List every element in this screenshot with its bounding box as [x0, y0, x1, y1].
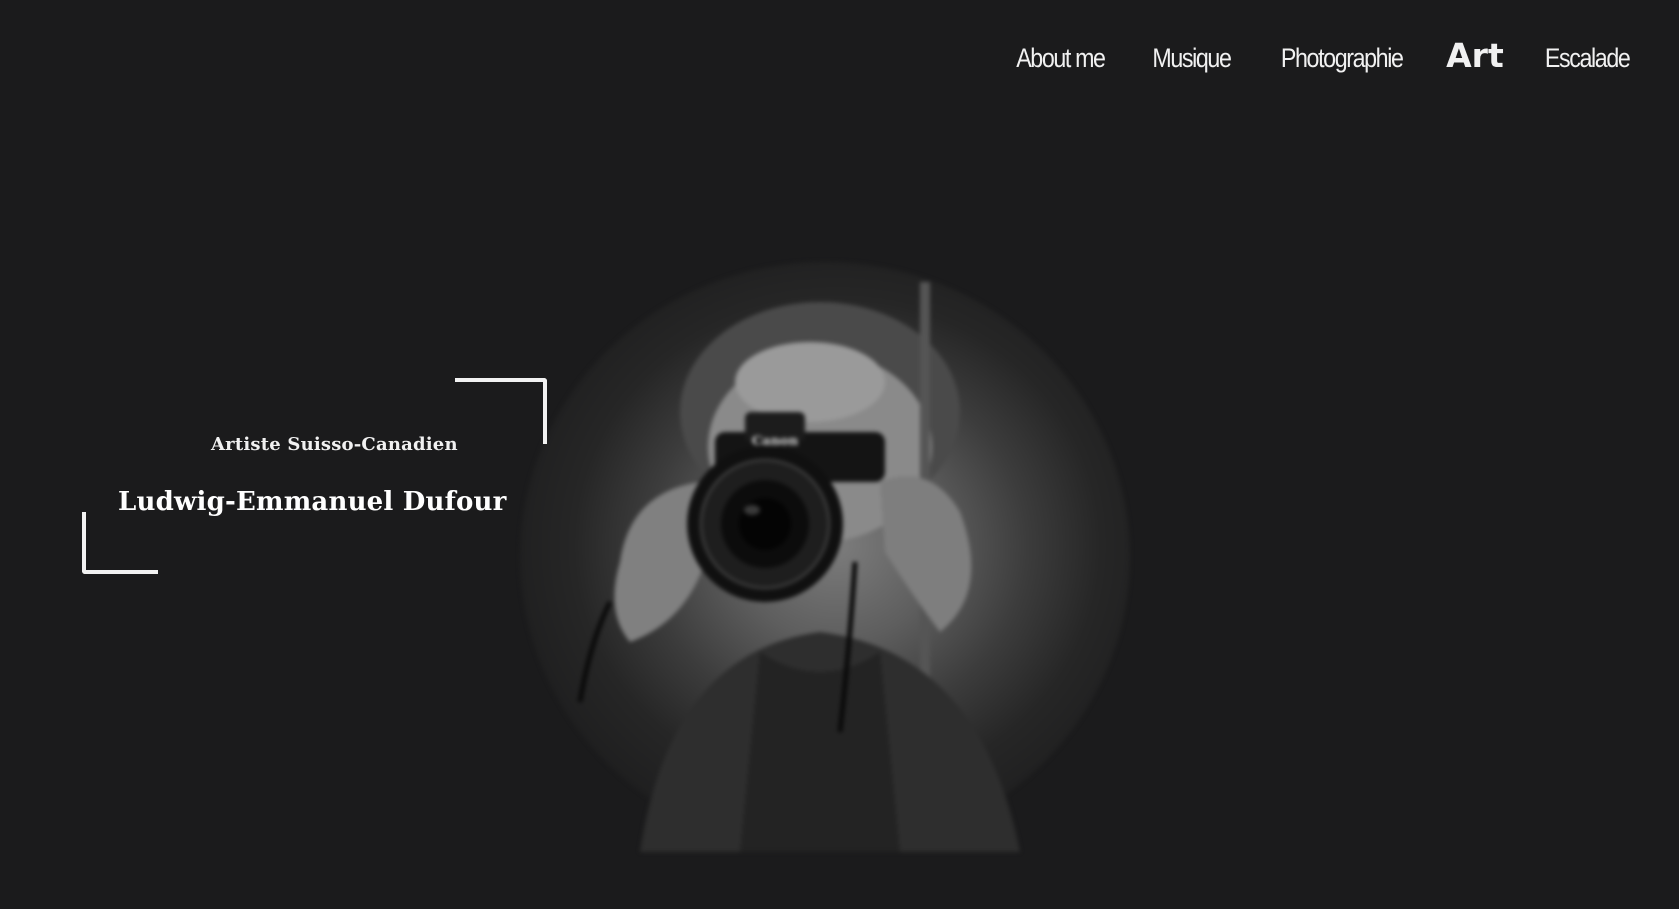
hero-photo: Canon: [520, 262, 1130, 852]
page: About me Musique Photographie Art Escala…: [0, 0, 1679, 909]
nav-item-photographie[interactable]: Photographie: [1281, 43, 1404, 74]
hero-name: Ludwig-Emmanuel Dufour: [118, 487, 507, 517]
nav-item-about-me[interactable]: About me: [1016, 43, 1106, 74]
nav-item-art[interactable]: Art: [1446, 36, 1504, 75]
nav-item-musique[interactable]: Musique: [1152, 43, 1232, 74]
frame-corner-top-right: [455, 378, 547, 444]
frame-corner-bottom-left: [82, 512, 158, 574]
nav-item-escalade[interactable]: Escalade: [1545, 43, 1631, 74]
photographer-with-camera-image: Canon: [577, 282, 1020, 852]
main-nav: About me Musique Photographie Art Escala…: [1009, 36, 1636, 75]
hero-subtitle: Artiste Suisso-Canadien: [211, 434, 458, 455]
